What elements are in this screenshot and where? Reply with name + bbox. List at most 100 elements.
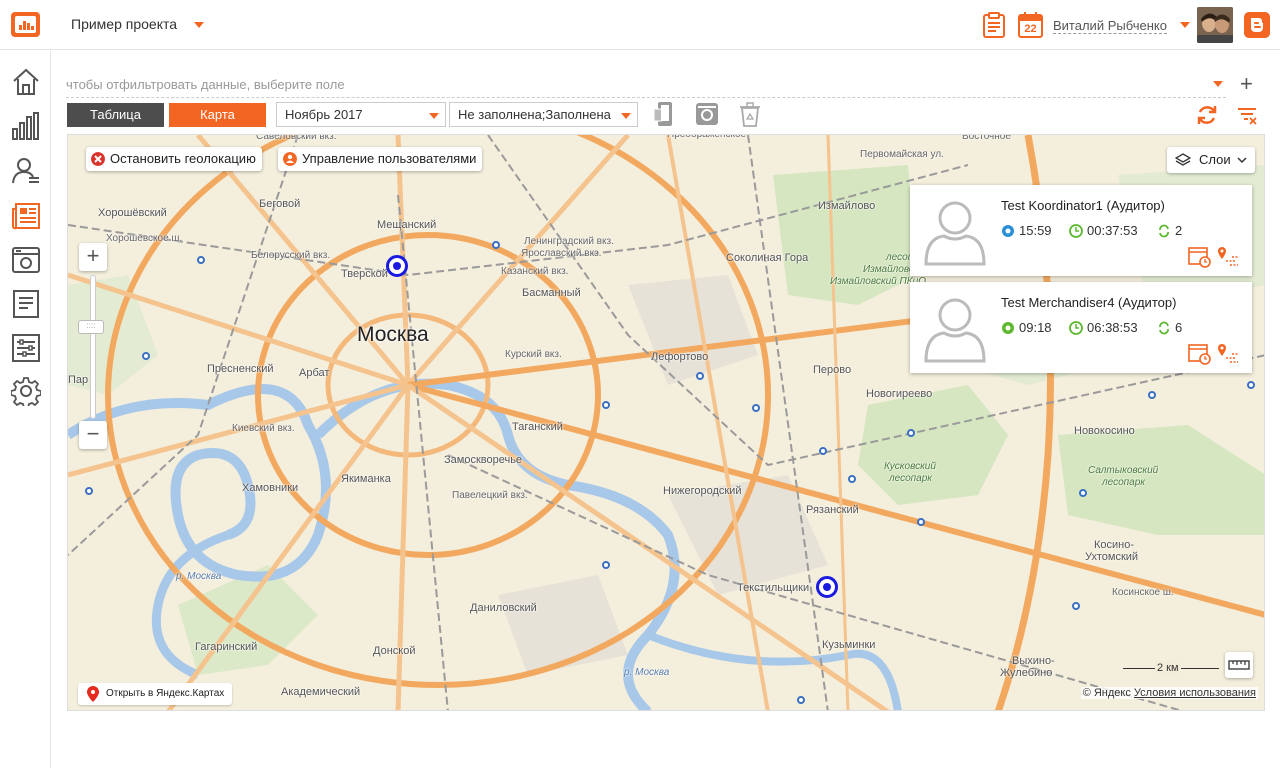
clock-icon: [1069, 224, 1083, 238]
ruler-icon[interactable]: [1225, 652, 1253, 678]
map-place-label: Жулебино: [1000, 667, 1053, 679]
map-place-label: Ухтомский: [1085, 551, 1139, 563]
status-select-value: Не заполнена;Заполнена: [458, 107, 611, 122]
map-place-label: Мещанский: [377, 219, 437, 231]
blogger-icon[interactable]: [1244, 12, 1270, 38]
map-place-label: Восточное: [962, 134, 1011, 142]
map-place-label: р. Москва: [176, 571, 222, 582]
last-time-value: 09:18: [1019, 320, 1052, 335]
table-view-button[interactable]: Таблица: [67, 103, 164, 127]
calendar-clock-icon[interactable]: [1188, 245, 1212, 269]
zoom-slider[interactable]: [90, 275, 96, 419]
map-place-label: Косинское ш.: [1112, 587, 1174, 598]
visit-count-value: 6: [1175, 320, 1183, 335]
status-select[interactable]: Не заполнена;Заполнена: [449, 102, 638, 127]
stop-geolocation-label: Остановить геолокацию: [110, 151, 256, 166]
terms-link[interactable]: Условия использования: [1134, 687, 1256, 699]
map-place-label: Кусковский: [884, 461, 936, 472]
map-place-label: Якиманка: [341, 473, 391, 485]
map-place-label: Киевский вкз.: [232, 423, 295, 434]
clear-filter-icon[interactable]: [1236, 104, 1258, 126]
map-place-label: Академический: [281, 686, 361, 698]
last-time-value: 15:59: [1019, 223, 1052, 238]
map-place-label: р. Москва: [624, 667, 670, 678]
user-card[interactable]: Test Koordinator1 (Аудитор) 15:59 00:37:…: [910, 185, 1252, 276]
duration: 00:37:53: [1069, 223, 1138, 238]
layers-button[interactable]: Слои: [1167, 147, 1255, 173]
map-place-label: Курский вкз.: [505, 349, 562, 360]
user-location-marker[interactable]: [816, 576, 838, 598]
photo-report-icon[interactable]: [11, 245, 41, 275]
document-icon[interactable]: [11, 289, 41, 319]
map-place-label: лесопарк: [1102, 477, 1145, 488]
news-icon[interactable]: [11, 201, 41, 231]
chevron-down-icon: [429, 113, 439, 119]
month-select-value: Ноябрь 2017: [285, 107, 363, 122]
map-place-label: Ярославский вкз.: [521, 248, 602, 259]
users-icon[interactable]: [11, 156, 41, 186]
zoom-slider-handle[interactable]: ::::: [78, 320, 104, 334]
phone-icon[interactable]: [651, 101, 677, 127]
avatar[interactable]: [1197, 7, 1233, 43]
project-selector[interactable]: Пример проекта: [71, 16, 177, 32]
bar-chart-icon[interactable]: [11, 111, 41, 141]
refresh-icon[interactable]: [1195, 103, 1219, 127]
user-placeholder-icon: [924, 201, 986, 266]
map-place-label: Текстильщики: [737, 582, 810, 594]
map-place-label: Салтыковский: [1088, 465, 1159, 476]
zoom-in-button[interactable]: +: [79, 243, 107, 271]
route-icon[interactable]: [1216, 245, 1240, 269]
route-icon[interactable]: [1216, 342, 1240, 366]
visit-count-value: 2: [1175, 223, 1183, 238]
chevron-down-icon[interactable]: [194, 22, 204, 28]
map[interactable]: Савеловский вкз. Хорошёвский Хорошёвское ш…: [67, 134, 1265, 711]
layers-icon: [1175, 153, 1191, 166]
map-copyright: © Яндекс Условия использования: [1080, 687, 1258, 699]
user-name[interactable]: Виталий Рыбченко: [1053, 18, 1167, 34]
calendar-clock-icon[interactable]: [1188, 342, 1212, 366]
instagram-icon[interactable]: [694, 101, 720, 127]
zoom-out-button[interactable]: −: [79, 421, 107, 449]
map-view-button[interactable]: Карта: [169, 103, 266, 127]
map-place-label: Кузьминки: [822, 639, 876, 651]
close-circle-icon: [91, 152, 105, 166]
chevron-down-icon: [621, 113, 631, 119]
map-place-label: Даниловский: [470, 602, 537, 614]
last-time: 15:59: [1001, 223, 1052, 238]
gear-icon[interactable]: [11, 376, 41, 406]
map-place-label: Донской: [373, 645, 416, 657]
map-place-label: Пресненский: [207, 363, 274, 375]
map-place-label: Павелецкий вкз.: [452, 490, 528, 501]
map-place-label: Измайлово: [818, 200, 876, 212]
user-card[interactable]: Test Merchandiser4 (Аудитор) 09:18 06:38…: [910, 282, 1252, 373]
map-place-label: Савеловский вкз.: [256, 134, 337, 142]
chevron-down-icon[interactable]: [1180, 22, 1190, 28]
sync-icon: [1159, 321, 1169, 335]
add-filter-button[interactable]: +: [1240, 73, 1253, 95]
gear-icon: [1002, 225, 1014, 237]
home-icon[interactable]: [11, 67, 41, 97]
clipboard-icon[interactable]: [982, 12, 1006, 38]
app-logo[interactable]: [11, 12, 40, 37]
gear-icon: [1002, 322, 1014, 334]
filter-placeholder: чтобы отфильтровать данные, выберите пол…: [66, 77, 345, 92]
city-label: Москва: [357, 323, 429, 346]
open-in-yandex-maps-link[interactable]: Открыть в Яндекс.Картах: [78, 683, 233, 705]
map-place-label: Нижегородский: [663, 485, 742, 497]
map-scale: 2 км: [1123, 662, 1219, 676]
calendar-icon[interactable]: 22: [1018, 12, 1043, 38]
user-management-button[interactable]: Управление пользователями: [278, 147, 483, 171]
stop-geolocation-button[interactable]: Остановить геолокацию: [86, 147, 262, 171]
map-place-label: Лефортово: [651, 351, 709, 363]
user-name: Test Koordinator1 (Аудитор): [1001, 198, 1165, 213]
recycle-bin-icon[interactable]: [737, 101, 763, 127]
map-place-label: Рязанский: [806, 504, 859, 516]
visit-count: 6: [1157, 320, 1182, 335]
sliders-icon[interactable]: [11, 333, 41, 363]
user-management-label: Управление пользователями: [302, 151, 477, 166]
layers-label: Слои: [1199, 152, 1231, 167]
month-select[interactable]: Ноябрь 2017: [276, 102, 446, 127]
filter-bar[interactable]: чтобы отфильтровать данные, выберите пол…: [66, 72, 1226, 98]
user-location-marker[interactable]: [386, 255, 408, 277]
chevron-down-icon[interactable]: [1213, 81, 1223, 87]
